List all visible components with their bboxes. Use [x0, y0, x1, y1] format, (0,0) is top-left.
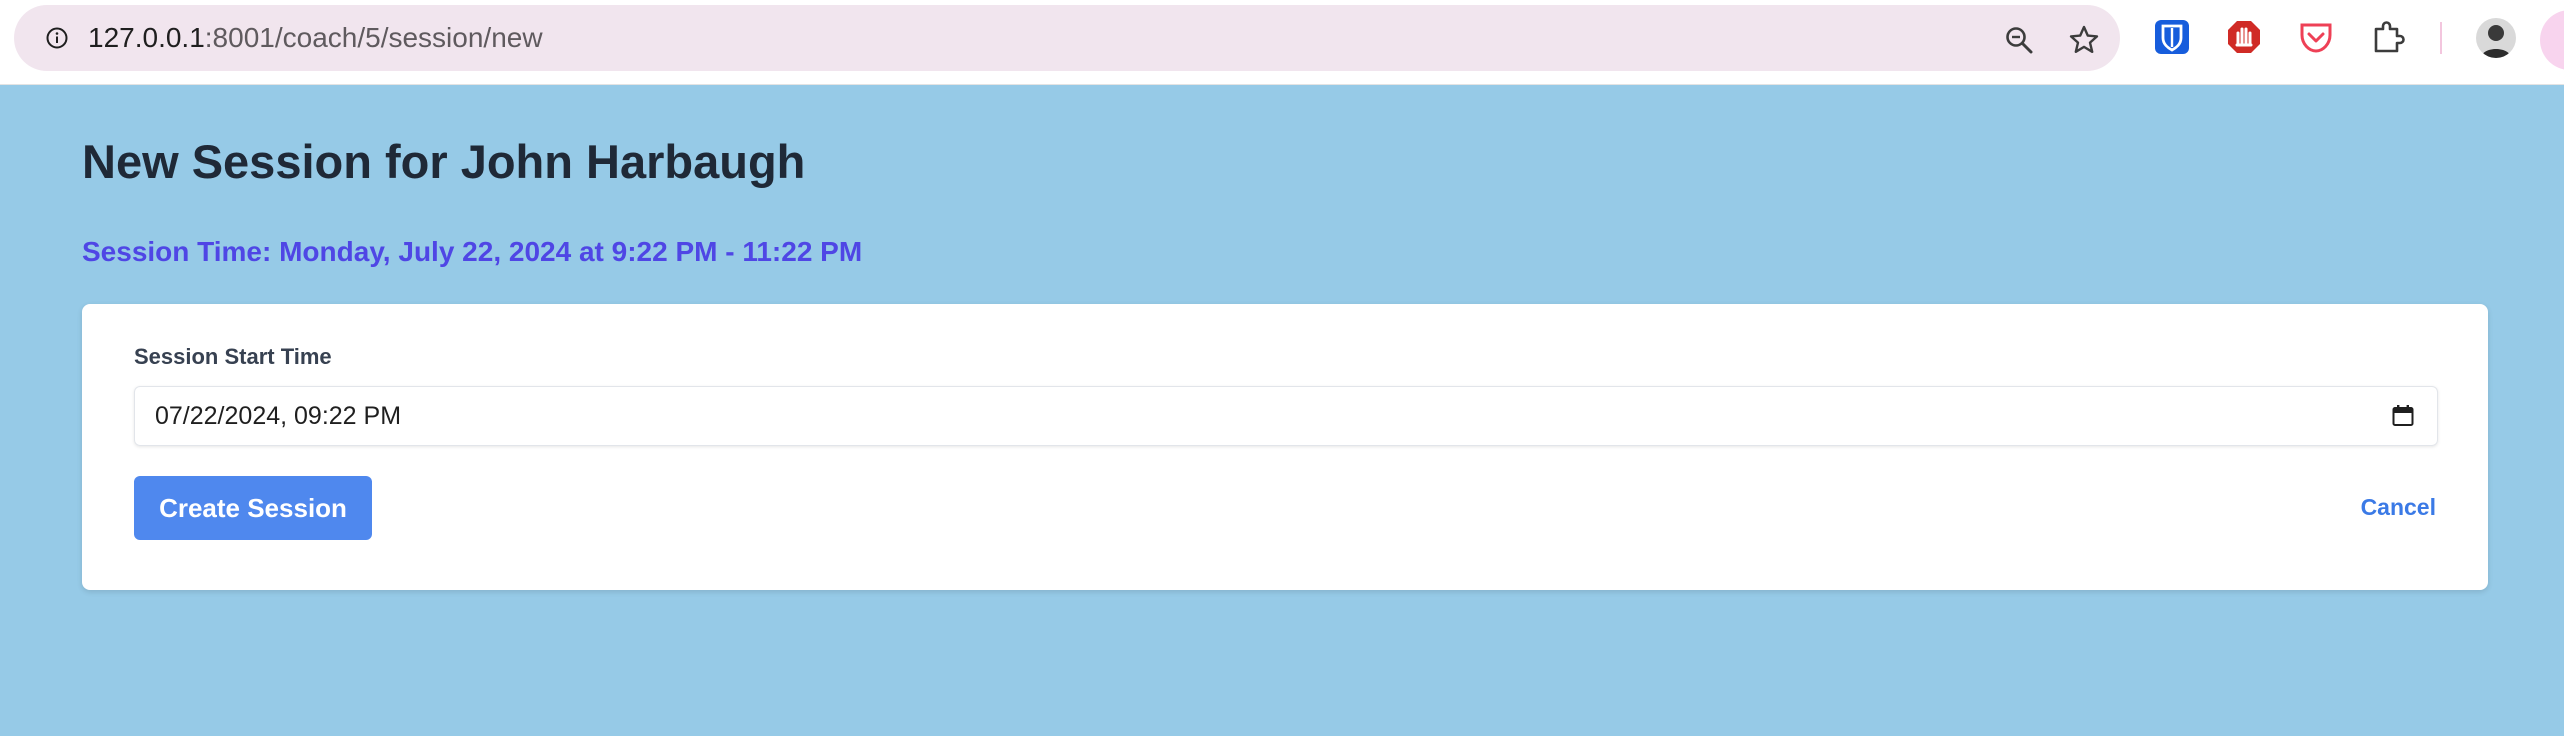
extensions-icon[interactable]	[2370, 19, 2406, 55]
session-start-value: 07/22/2024, 09:22 PM	[155, 402, 402, 430]
url-host: 127.0.0.1	[88, 22, 205, 53]
toolbar-divider	[2440, 22, 2442, 54]
bitwarden-icon[interactable]	[2154, 19, 2190, 55]
session-form-card: Session Start Time 07/22/2024, 09:22 PM …	[82, 304, 2488, 590]
browser-toolbar: 127.0.0.1:8001/coach/5/session/new	[0, 0, 2564, 85]
create-session-button[interactable]: Create Session	[134, 476, 372, 540]
profile-button[interactable]	[2540, 10, 2564, 70]
page-title: New Session for John Harbaugh	[82, 135, 806, 188]
info-icon[interactable]	[46, 27, 68, 49]
star-icon[interactable]	[2068, 24, 2100, 56]
url-text[interactable]: 127.0.0.1:8001/coach/5/session/new	[88, 5, 543, 71]
session-time-summary: Session Time: Monday, July 22, 2024 at 9…	[82, 236, 863, 267]
avatar[interactable]	[2476, 18, 2516, 58]
cancel-link[interactable]: Cancel	[2361, 494, 2436, 521]
calendar-icon[interactable]	[2391, 404, 2415, 428]
ublock-icon[interactable]	[2226, 19, 2262, 55]
zoom-icon[interactable]	[2004, 25, 2034, 55]
session-start-input[interactable]: 07/22/2024, 09:22 PM	[134, 386, 2438, 446]
pocket-icon[interactable]	[2298, 19, 2334, 55]
session-start-label: Session Start Time	[134, 344, 332, 369]
url-path: :8001/coach/5/session/new	[204, 22, 543, 53]
address-bar[interactable]: 127.0.0.1:8001/coach/5/session/new	[14, 5, 2120, 71]
